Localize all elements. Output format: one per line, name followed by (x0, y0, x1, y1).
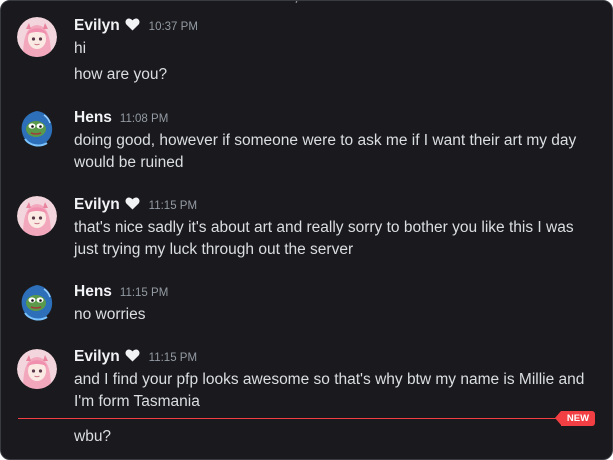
scrolled-fragment: y (1, 1, 612, 5)
timestamp: 11:15 PM (148, 200, 198, 212)
message-text: doing good, however if someone were to a… (74, 132, 577, 171)
message-header: Evilyn 10:37 PM (74, 17, 198, 37)
username[interactable]: Hens (74, 109, 112, 127)
new-badge: NEW (555, 411, 595, 426)
avatar-hens[interactable] (17, 109, 57, 149)
message-text: that's nice sadly it's about art and rea… (74, 219, 574, 258)
timestamp: 10:37 PM (148, 21, 198, 33)
message-text: no worries (74, 306, 146, 323)
message-text: and I find your pfp looks awesome so tha… (74, 371, 585, 410)
message-text: wbu? (74, 428, 112, 445)
message-header: Evilyn 11:15 PM (74, 348, 197, 368)
message-header: Hens 11:15 PM (74, 283, 168, 303)
username[interactable]: Evilyn (74, 348, 120, 366)
avatar-evilyn[interactable] (17, 349, 57, 389)
avatar-evilyn[interactable] (17, 17, 57, 57)
timestamp: 11:08 PM (119, 113, 169, 125)
avatar-hens[interactable] (17, 283, 57, 323)
partial-text: y (293, 1, 311, 3)
heart-icon (125, 349, 140, 362)
new-messages-divider (18, 418, 566, 419)
timestamp: 11:15 PM (148, 352, 198, 364)
timestamp: 11:15 PM (119, 287, 169, 299)
username[interactable]: Hens (74, 283, 112, 301)
avatar-evilyn[interactable] (17, 196, 57, 236)
chat-window: y Evilyn 10:37 PM hi how are you? (0, 0, 613, 460)
heart-icon (125, 18, 140, 31)
message-text: hi (74, 40, 87, 57)
heart-icon (125, 197, 140, 210)
username[interactable]: Evilyn (74, 17, 120, 35)
message-header: Hens 11:08 PM (74, 109, 168, 129)
message-text: how are you? (74, 66, 168, 83)
username[interactable]: Evilyn (74, 196, 120, 214)
message-header: Evilyn 11:15 PM (74, 196, 197, 216)
